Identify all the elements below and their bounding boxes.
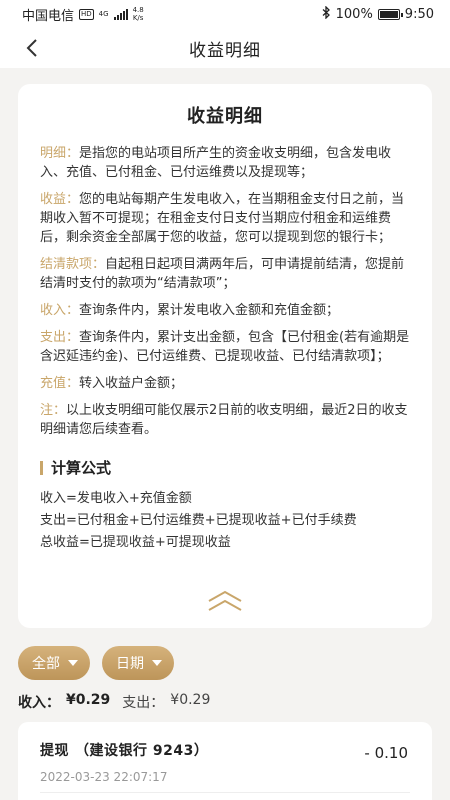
explain-revenue: 收入：查询条件内，累计发电收入金额和充值金额； — [40, 301, 410, 320]
explain-key: 充值： — [40, 376, 80, 391]
caret-down-icon — [152, 660, 162, 666]
page-title: 收益明细 — [189, 40, 261, 61]
explain-note: 注：以上收支明细可能仅展示2日前的收支明细，最近2日的收支明细请您后续查看。 — [40, 401, 410, 439]
net-speed: 4.8 K/s — [133, 6, 144, 22]
divider — [40, 792, 410, 793]
explain-settle: 结清款项：自起租日起项目满两年后，可申请提前结清，您提前结清时支付的款项为“结清… — [40, 255, 410, 293]
explain-detail: 明细：是指您的电站项目所产生的资金收支明细，包含发电收入、充值、已付租金、已付运… — [40, 144, 410, 182]
hd-badge: HD — [79, 8, 94, 20]
explain-expense: 支出：查询条件内，累计支出金额，包含【已付租金(若有逾期是含迟延违约金)、已付运… — [40, 328, 410, 366]
formula-income: 收入=发电收入+充值金额 — [40, 491, 192, 506]
card-title: 收益明细 — [187, 106, 263, 127]
bluetooth-icon — [322, 4, 331, 23]
heading-accent-bar — [40, 460, 43, 475]
explain-text: 以上收支明细可能仅展示2日前的收支明细，最近2日的收支明细请您后续查看。 — [40, 403, 408, 437]
explain-key: 收入： — [40, 303, 80, 318]
explain-key: 明细： — [40, 146, 80, 161]
back-button[interactable] — [18, 34, 46, 62]
transaction-bank: （建设银行 9243） — [75, 743, 209, 759]
transaction-type: 提现 — [40, 743, 69, 759]
status-right: 100% 9:50 — [322, 4, 434, 23]
income-label: 收入： — [18, 695, 60, 711]
signal-icon — [113, 8, 128, 20]
explain-text: 是指您的电站项目所产生的资金收支明细，包含发电收入、充值、已付租金、已付运维费以… — [40, 146, 392, 180]
expense-label: 支出： — [122, 695, 165, 711]
carrier-label: 中国电信 — [22, 8, 75, 24]
explain-key: 收益： — [40, 192, 80, 207]
battery-icon — [377, 8, 403, 20]
explain-income: 收益：您的电站每期产生发电收入，在当期租金支付日之前，当期收入暂不可提现；在租金… — [40, 190, 410, 247]
chevron-left-icon — [26, 39, 37, 57]
income-value: ¥0.29 — [66, 692, 111, 708]
formula-expense: 支出=已付租金+已付运维费+已提现收益+已付手续费 — [40, 513, 357, 528]
filter-date-dropdown[interactable]: 日期 — [102, 646, 174, 680]
net-speed-unit: K/s — [132, 14, 144, 22]
explain-recharge: 充值：转入收益户金额； — [40, 374, 410, 393]
formula-total: 总收益=已提现收益+可提现收益 — [40, 535, 231, 550]
explain-text: 您的电站每期产生发电收入，在当期租金支付日之前，当期收入暂不可提现；在租金支付日… — [40, 192, 405, 245]
income-expense-summary: 收入： ¥0.29 支出： ¥0.29 — [18, 692, 210, 712]
collapse-button[interactable] — [205, 588, 245, 614]
explain-key: 结清款项： — [40, 257, 106, 272]
explain-key: 支出： — [40, 330, 80, 345]
clock: 9:50 — [404, 6, 434, 22]
status-bar: 中国电信 HD 4G 4.8 K/s 100% 9:50 — [0, 0, 450, 28]
expense-value: ¥0.29 — [170, 692, 211, 708]
filter-all-label: 全部 — [32, 656, 60, 672]
transaction-item[interactable]: 提现 （建设银行 9243） 2022-03-23 22:07:17 - 0.10 — [18, 722, 432, 800]
transaction-amount: - 0.10 — [364, 744, 408, 762]
transaction-title: 提现 （建设银行 9243） — [40, 740, 410, 760]
filter-date-label: 日期 — [116, 656, 144, 672]
transaction-time: 2022-03-23 22:07:17 — [40, 770, 168, 784]
filter-all-dropdown[interactable]: 全部 — [18, 646, 90, 680]
formula-heading-label: 计算公式 — [51, 459, 112, 477]
filter-row: 全部 日期 — [18, 646, 174, 680]
status-left: 中国电信 HD 4G 4.8 K/s — [22, 5, 144, 24]
info-card: 收益明细 明细：是指您的电站项目所产生的资金收支明细，包含发电收入、充值、已付租… — [18, 84, 432, 628]
battery-percent: 100% — [335, 6, 373, 22]
network-label: 4G — [98, 10, 109, 18]
formula-heading: 计算公式 — [40, 457, 410, 478]
explain-text: 查询条件内，累计发电收入金额和充值金额； — [79, 303, 340, 318]
caret-down-icon — [68, 660, 78, 666]
chevron-up-double-icon — [208, 590, 242, 611]
net-speed-value: 4.8 — [132, 6, 144, 14]
explain-text: 转入收益户金额； — [79, 376, 184, 391]
explain-key: 注： — [40, 403, 67, 418]
nav-bar: 收益明细 — [0, 28, 450, 68]
explain-text: 查询条件内，累计支出金额，包含【已付租金(若有逾期是含迟延违约金)、已付运维费、… — [40, 330, 410, 364]
